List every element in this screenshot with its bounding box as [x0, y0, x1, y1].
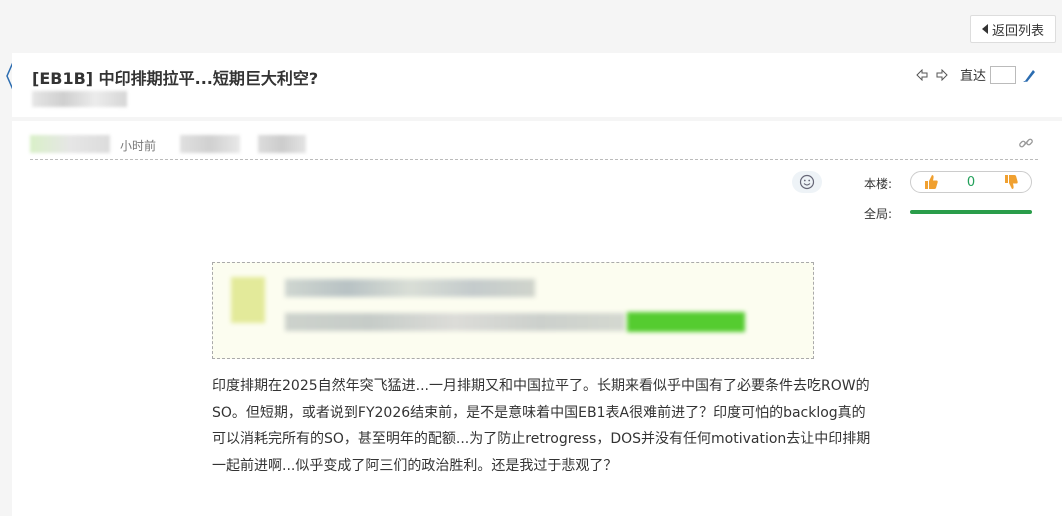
- meta-blurred-1: [180, 135, 240, 153]
- back-to-list-button[interactable]: 返回列表: [970, 15, 1056, 43]
- arrow-right-icon[interactable]: [936, 68, 948, 81]
- thread-category-blurred: [32, 91, 127, 107]
- reaction-button[interactable]: [792, 171, 822, 193]
- thread-title: [EB1B] 中印排期拉平...短期巨大利空?: [32, 69, 319, 88]
- quote-highlight-blurred: [627, 312, 745, 332]
- overall-label: 全局:: [864, 207, 893, 221]
- link-icon[interactable]: [1018, 135, 1034, 151]
- quote-image-blurred: [231, 277, 265, 323]
- post-meta: 小时前: [30, 131, 1038, 160]
- post-container: 小时前 本楼: 0 全局: 印度排期在2025自然年突飞猛进...一月排期又和中…: [12, 121, 1062, 516]
- meta-blurred-2: [258, 135, 306, 153]
- author-blurred: [30, 135, 110, 153]
- post-body: 印度排期在2025自然年突飞猛进...一月排期又和中国拉平了。长期来看似乎中国有…: [212, 378, 871, 474]
- thread-header: [EB1B] 中印排期拉平...短期巨大利空? 直达: [12, 53, 1062, 117]
- vote-count: 0: [966, 174, 976, 190]
- arrow-left-icon[interactable]: [916, 68, 928, 81]
- thread-nav-tools: 直达: [916, 65, 1036, 84]
- vote-control: 0: [910, 171, 1032, 193]
- overall-vote-bar: [910, 210, 1032, 214]
- this-floor-label: 本楼:: [864, 177, 893, 191]
- smile-icon: [799, 174, 815, 190]
- quoted-content-blurred: [212, 262, 814, 359]
- thumbs-up-icon[interactable]: [923, 174, 939, 190]
- back-to-list-label: 返回列表: [991, 23, 1044, 39]
- goto-floor-input[interactable]: [990, 65, 1016, 84]
- post-time: 小时前: [120, 139, 157, 153]
- thumbs-down-icon[interactable]: [1003, 174, 1019, 190]
- goto-label: 直达: [959, 69, 986, 84]
- pen-icon[interactable]: [1022, 67, 1036, 83]
- quote-line-blurred-1: [285, 279, 535, 297]
- caret-left-icon: [981, 24, 988, 34]
- quote-line-blurred-2: [285, 313, 625, 331]
